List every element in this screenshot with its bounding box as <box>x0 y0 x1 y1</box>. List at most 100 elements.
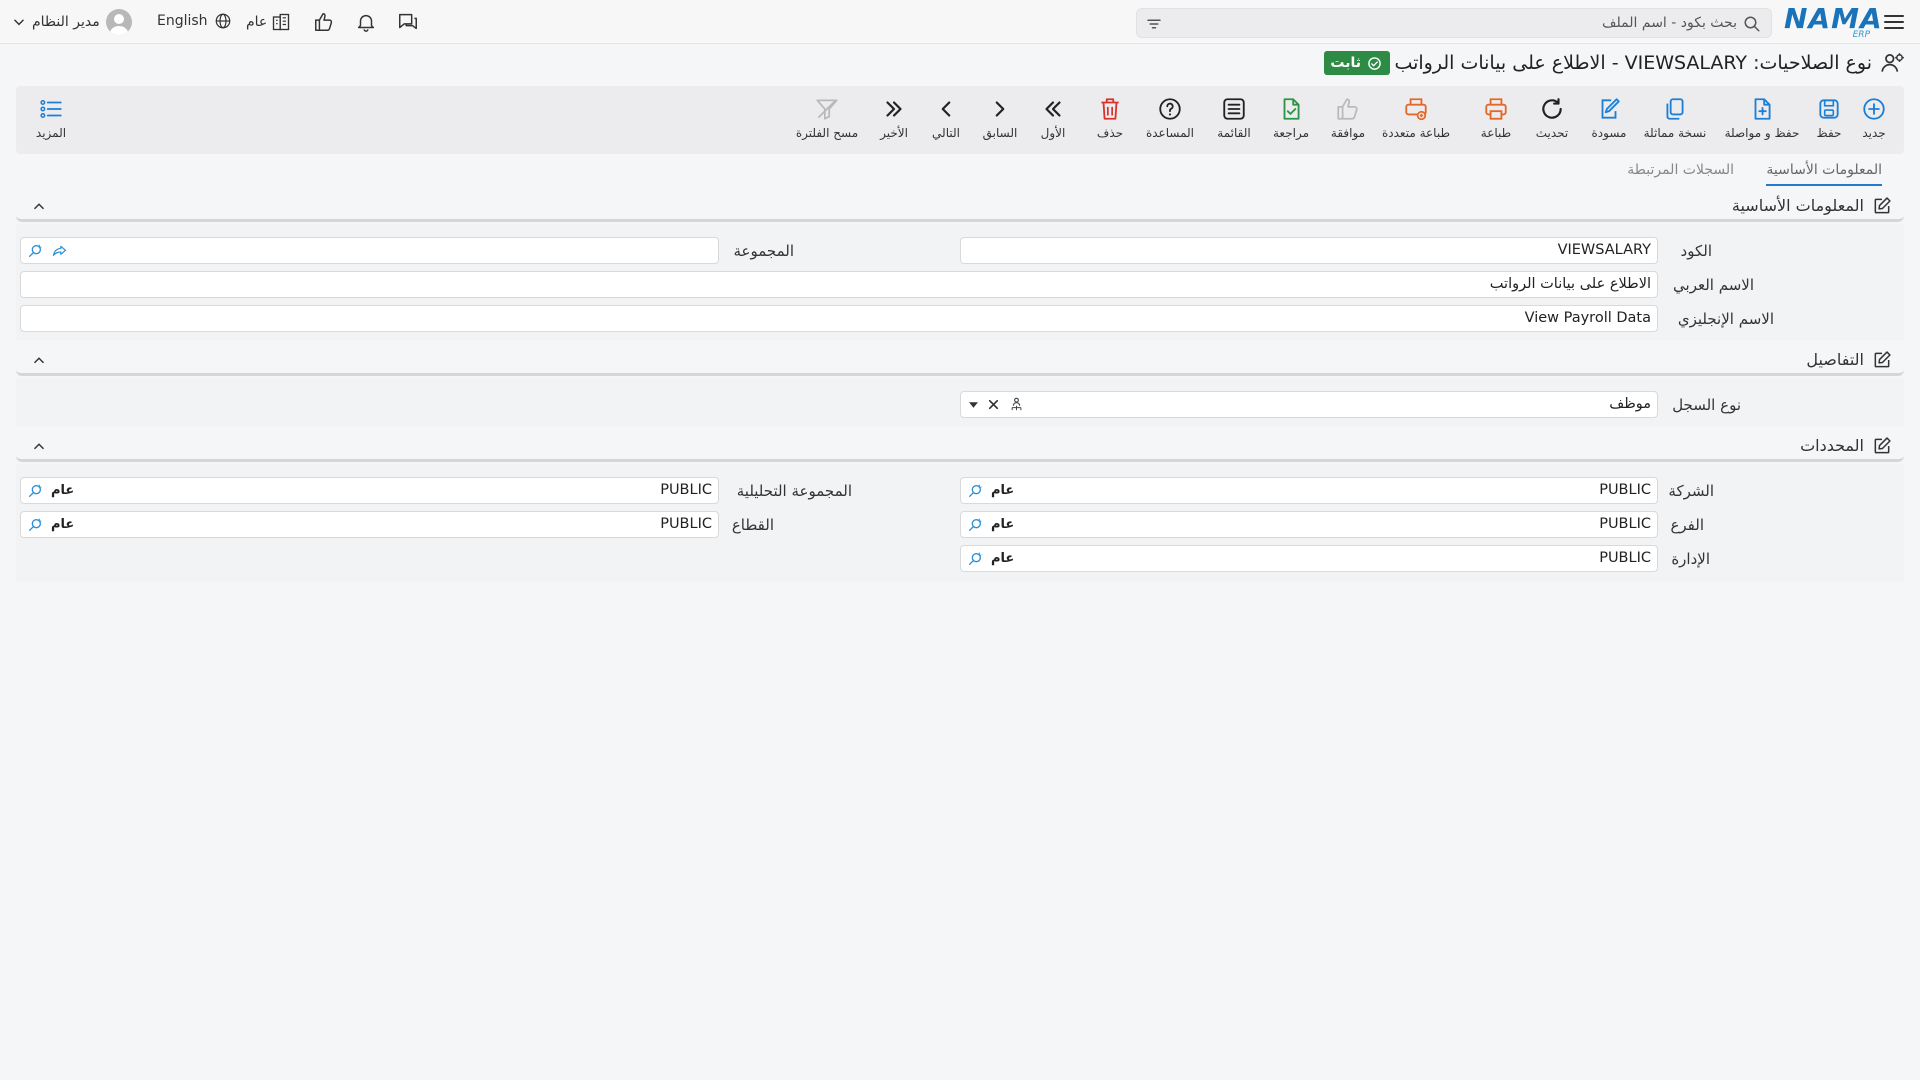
company-value: PUBLIC <box>1599 482 1651 498</box>
branch-field[interactable]: PUBLIC عام <box>960 511 1658 538</box>
chevron-left-icon <box>933 96 959 122</box>
english-name-field[interactable]: View Payroll Data <box>20 305 1658 332</box>
nama-logo[interactable]: NAMA ERP <box>1784 4 1882 41</box>
analytic-group-field[interactable]: PUBLIC عام <box>20 477 719 504</box>
arabic-name-value: الاطلاع على بيانات الرواتب <box>1489 276 1651 292</box>
edit-document-icon <box>1596 96 1622 122</box>
save-icon <box>1816 96 1842 122</box>
clear-filter-button[interactable]: مسح الفلترة <box>784 96 870 148</box>
file-plus-icon <box>1749 96 1775 122</box>
department-label: الإدارة <box>1671 550 1710 568</box>
printer-icon <box>1483 96 1509 122</box>
caret-down-icon[interactable] <box>969 402 978 408</box>
check-circle-icon <box>1367 56 1382 71</box>
dimensions-section-header[interactable]: المحددات <box>16 432 1904 462</box>
record-type-label: نوع السجل <box>1672 396 1741 414</box>
basic-info-section-header[interactable]: المعلومات الأساسية <box>16 192 1904 222</box>
print-button[interactable]: طباعة <box>1461 96 1531 148</box>
chat-icon[interactable] <box>397 11 419 33</box>
chevron-up-icon[interactable] <box>32 353 46 367</box>
globe-icon[interactable] <box>214 12 232 30</box>
search-input[interactable] <box>1217 12 1737 34</box>
filter-off-icon <box>814 96 840 122</box>
public-tag: عام <box>991 483 1015 498</box>
code-value: VIEWSALARY <box>1557 242 1651 258</box>
public-tag: عام <box>991 551 1015 566</box>
list-options-icon <box>38 96 64 122</box>
trash-icon <box>1097 96 1123 122</box>
section-title: التفاصيل <box>1806 350 1864 369</box>
list-button[interactable]: القائمة <box>1199 96 1269 148</box>
chevron-right-icon <box>987 96 1013 122</box>
search-lookup-icon[interactable] <box>967 551 983 567</box>
public-tag: عام <box>991 517 1015 532</box>
branch-label: الفرع <box>1670 516 1704 534</box>
group-label: المجموعة <box>733 242 794 260</box>
more-button[interactable]: المزيد <box>16 96 86 148</box>
public-scope-label[interactable]: عام <box>246 14 267 30</box>
bell-icon[interactable] <box>355 11 377 33</box>
code-label: الكود <box>1680 242 1712 260</box>
company-field[interactable]: PUBLIC عام <box>960 477 1658 504</box>
list-icon <box>1221 96 1247 122</box>
code-field[interactable]: VIEWSALARY <box>960 237 1658 264</box>
edit-square-icon <box>1872 196 1892 216</box>
buildings-icon[interactable] <box>271 12 291 32</box>
arabic-name-field[interactable]: الاطلاع على بيانات الرواتب <box>20 271 1658 298</box>
question-circle-icon <box>1157 96 1183 122</box>
copy-icon <box>1662 96 1688 122</box>
tab-related-records[interactable]: السجلات المرتبطة <box>1627 162 1734 184</box>
edit-square-icon <box>1872 350 1892 370</box>
chevron-up-icon[interactable] <box>32 199 46 213</box>
user-menu[interactable]: مدير النظام <box>12 8 132 36</box>
share-icon[interactable] <box>51 243 68 259</box>
company-label: الشركة <box>1668 482 1714 500</box>
chevron-up-icon[interactable] <box>32 439 46 453</box>
status-text: ثابت <box>1330 55 1361 71</box>
record-type-select[interactable]: موظف <box>960 391 1658 418</box>
sector-label: القطاع <box>731 516 774 534</box>
language-label[interactable]: English <box>157 13 208 29</box>
tab-basic-info[interactable]: المعلومات الأساسية <box>1766 162 1882 186</box>
department-value: PUBLIC <box>1599 550 1651 566</box>
avatar[interactable] <box>105 9 132 35</box>
record-tabs: المعلومات الأساسية السجلات المرتبطة <box>0 156 1920 190</box>
english-name-value: View Payroll Data <box>1524 310 1651 326</box>
save-continue-button[interactable]: حفظ و مواصلة <box>1719 96 1805 148</box>
search-icon[interactable] <box>1743 15 1761 33</box>
record-type-value: موظف <box>1609 396 1651 412</box>
sector-field[interactable]: PUBLIC عام <box>20 511 719 538</box>
multi-print-button[interactable]: طباعة متعددة <box>1370 96 1462 148</box>
details-section-header[interactable]: التفاصيل <box>16 346 1904 376</box>
user-name[interactable]: مدير النظام <box>32 14 100 30</box>
search-lookup-icon[interactable] <box>967 483 983 499</box>
thumbs-up-icon <box>1335 96 1361 122</box>
public-scope-switch[interactable]: عام <box>246 12 291 32</box>
search-lookup-icon[interactable] <box>967 517 983 533</box>
status-badge: ثابت <box>1324 51 1390 75</box>
hamburger-menu-icon[interactable] <box>1882 10 1906 34</box>
top-bar: NAMA ERP مدير النظام English عام <box>0 0 1920 44</box>
search-lookup-icon[interactable] <box>27 483 43 499</box>
group-field[interactable] <box>20 237 719 264</box>
chevron-down-icon[interactable] <box>12 15 26 29</box>
top-bar-actions: مدير النظام English عام <box>0 0 440 44</box>
thumbs-up-icon[interactable] <box>313 11 335 33</box>
action-toolbar: جديد حفظ حفظ و مواصلة نسخة مماثلة مسودة … <box>16 86 1904 154</box>
page-title: نوع الصلاحيات: VIEWSALARY - الاطلاع على … <box>1394 52 1872 74</box>
section-title: المعلومات الأساسية <box>1731 196 1864 215</box>
language-switch[interactable]: English <box>157 12 232 30</box>
department-field[interactable]: PUBLIC عام <box>960 545 1658 572</box>
title-bar: نوع الصلاحيات: VIEWSALARY - الاطلاع على … <box>0 48 1920 80</box>
analytic-group-value: PUBLIC <box>660 482 712 498</box>
filter-icon[interactable] <box>1145 15 1163 33</box>
english-name-label: الاسم الإنجليزي <box>1677 310 1774 328</box>
branch-value: PUBLIC <box>1599 516 1651 532</box>
person-org-icon <box>1009 396 1024 413</box>
file-check-icon <box>1278 96 1304 122</box>
multi-printer-icon <box>1403 96 1429 122</box>
clear-icon[interactable] <box>987 398 1000 411</box>
search-lookup-icon[interactable] <box>27 243 43 259</box>
section-title: المحددات <box>1800 436 1864 455</box>
search-lookup-icon[interactable] <box>27 517 43 533</box>
